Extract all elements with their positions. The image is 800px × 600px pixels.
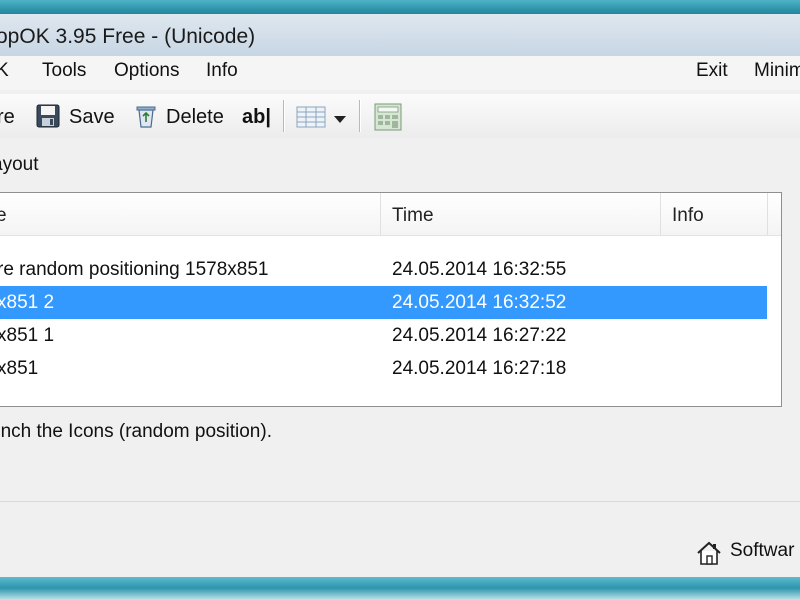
grid-view-icon[interactable] bbox=[296, 106, 326, 133]
menu-item-options[interactable]: Options bbox=[114, 60, 179, 82]
row-time: 24.05.2014 16:27:22 bbox=[392, 325, 567, 346]
column-divider[interactable] bbox=[767, 193, 768, 235]
layout-list[interactable]: e Time Info re random positioning 1578x8… bbox=[0, 192, 782, 407]
column-header-name[interactable]: e bbox=[0, 205, 7, 227]
menu-item-tools[interactable]: Tools bbox=[42, 60, 86, 82]
software-link-label: Softwar bbox=[730, 540, 795, 561]
list-row[interactable]: re random positioning 1578x851 24.05.201… bbox=[0, 253, 767, 286]
row-time: 24.05.2014 16:32:52 bbox=[392, 292, 567, 313]
list-row[interactable]: x851 1 24.05.2014 16:27:22 bbox=[0, 319, 767, 352]
row-time: 24.05.2014 16:32:55 bbox=[392, 259, 567, 280]
column-header-time[interactable]: Time bbox=[392, 205, 434, 227]
toolbar-separator bbox=[283, 100, 285, 132]
title-bar[interactable]: opOK 3.95 Free - (Unicode) bbox=[0, 14, 800, 56]
rename-button[interactable]: ab| bbox=[242, 106, 271, 129]
menu-bar: K Tools Options Info Exit Minim bbox=[0, 56, 800, 90]
layout-group-label: ayout bbox=[0, 154, 39, 175]
row-name: x851 2 bbox=[0, 292, 55, 313]
save-button[interactable]: Save bbox=[69, 106, 115, 129]
list-row[interactable]: x851 24.05.2014 16:27:18 bbox=[0, 352, 767, 385]
column-header-info[interactable]: Info bbox=[672, 205, 704, 227]
delete-button[interactable]: Delete bbox=[166, 106, 224, 129]
row-name: re random positioning 1578x851 bbox=[0, 259, 269, 280]
column-divider[interactable] bbox=[380, 193, 381, 235]
app-window: opOK 3.95 Free - (Unicode) K Tools Optio… bbox=[0, 14, 800, 577]
list-row-selected[interactable]: x851 2 24.05.2014 16:32:52 bbox=[0, 286, 767, 319]
row-time: 24.05.2014 16:27:18 bbox=[392, 358, 567, 379]
row-name: x851 bbox=[0, 358, 39, 379]
menu-item-info[interactable]: Info bbox=[206, 60, 238, 82]
calculator-icon[interactable] bbox=[374, 103, 402, 136]
description-text: unch the Icons (random position). bbox=[0, 421, 272, 442]
menu-item-partial[interactable]: K bbox=[0, 60, 9, 82]
menu-item-exit[interactable]: Exit bbox=[696, 60, 728, 82]
toolbar-separator bbox=[359, 100, 361, 132]
restore-button[interactable]: re bbox=[0, 106, 15, 129]
divider bbox=[0, 501, 800, 502]
menu-item-minimize[interactable]: Minim bbox=[754, 60, 800, 82]
column-divider[interactable] bbox=[660, 193, 661, 235]
window-title: opOK 3.95 Free - (Unicode) bbox=[0, 25, 256, 48]
list-header: e Time Info bbox=[0, 193, 781, 236]
recycle-bin-icon[interactable] bbox=[134, 104, 158, 133]
taskbar-area bbox=[0, 576, 800, 600]
toolbar: re Save Delete ab| bbox=[0, 94, 800, 138]
chevron-down-icon[interactable] bbox=[334, 111, 346, 129]
row-name: x851 1 bbox=[0, 325, 55, 346]
floppy-disk-icon[interactable] bbox=[36, 104, 60, 133]
house-icon bbox=[696, 541, 722, 570]
